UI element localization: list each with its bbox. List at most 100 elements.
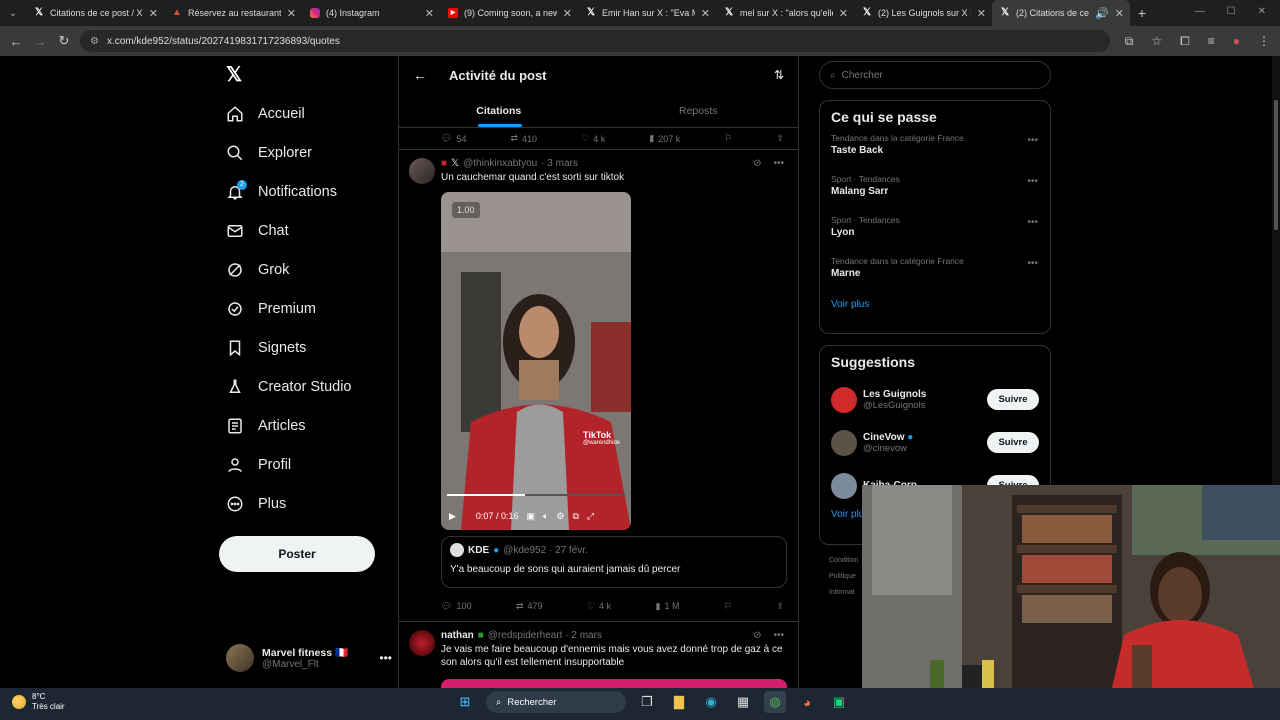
search-input[interactable]: ⌕ Chercher [819,61,1051,89]
tweet[interactable]: ⊘ ••• nathan ■ @redspiderheart · 2 mars J… [399,622,798,688]
more-icon[interactable]: ••• [1027,135,1038,146]
sidebar-item-accueil[interactable]: Accueil [218,95,388,133]
close-icon[interactable]: ✕ [149,7,158,20]
sidebar-item-profil[interactable]: Profil [218,446,388,484]
trend-item[interactable]: Tendance dans la catégorie France Taste … [820,133,1050,174]
x-logo-icon[interactable]: 𝕏 [226,62,242,87]
edge-icon[interactable]: ◉ [700,691,722,713]
media-preview[interactable] [441,679,787,688]
close-icon[interactable]: ✕ [701,7,710,20]
browser-tab[interactable]: (4) Instagram ✕ [302,0,440,26]
extensions-icon[interactable]: ⧠ [1180,34,1190,49]
sidebar-item-plus[interactable]: Plus [218,485,388,523]
install-icon[interactable]: ⧉ [1125,34,1134,49]
browser-tab[interactable]: 𝕏 (2) Les Guignols sur X : " ✕ [854,0,992,26]
video-player[interactable]: 1.00 TikTok @warendhide ▶ 0:07 / 0:16 ▣ … [441,192,631,530]
forward-icon[interactable]: → [28,34,52,49]
browser-tab[interactable]: 𝕏mel sur X : "alors qu'elle ✕ [716,0,854,26]
tweet-name[interactable]: nathan [441,630,474,641]
url-field[interactable]: ⚙ x.com/kde952/status/202741983171723689… [80,30,1110,52]
bookmark-icon[interactable]: ⚐ [724,133,732,144]
share-icon[interactable]: ⇪ [776,601,784,612]
close-window-icon[interactable]: ✕ [1258,6,1266,17]
tweet-handle[interactable]: @thinkinxabtyou [463,158,537,169]
chrome-icon[interactable]: ◍ [764,691,786,713]
filter-icon[interactable]: ⇅ [774,68,784,82]
reply-button[interactable]: 💬︎ 54 [441,133,466,144]
views-button[interactable]: ▮ 207 k [649,133,680,144]
footer-link[interactable]: Informat [829,589,855,596]
sidebar-item-articles[interactable]: Articles [218,407,388,445]
avatar[interactable] [409,630,435,656]
sidebar-item-grok[interactable]: Grok [218,251,388,289]
like-button[interactable]: ♡ 4 k [587,601,611,612]
weather-widget[interactable]: 8°C Très clair [12,692,65,712]
avatar[interactable] [409,158,435,184]
close-icon[interactable]: ✕ [425,7,434,20]
sidebar-item-creator-studio[interactable]: Creator Studio [218,368,388,406]
follow-button[interactable]: Suivre [987,432,1039,453]
media-icon[interactable]: ≡ [1208,34,1215,48]
settings-icon[interactable]: ⚙ [556,511,564,522]
back-icon[interactable]: ← [4,34,28,49]
browser-tab-active[interactable]: 𝕏(2) Citations de ce po🔊✕ [992,0,1130,26]
close-icon[interactable]: ✕ [287,7,296,20]
trend-item[interactable]: Sport · Tendances Lyon ••• [820,215,1050,256]
fullscreen-icon[interactable]: ⤢ [587,511,594,522]
tweet-handle[interactable]: @redspiderheart · 2 mars [488,630,602,641]
more-icon[interactable]: ••• [773,158,784,169]
views-button[interactable]: ▮ 1 M [656,601,680,612]
firefox-icon[interactable]: ◕ [796,691,818,713]
new-tab-button[interactable]: + [1130,5,1154,21]
profile-icon[interactable]: ● [1233,34,1240,48]
back-arrow-icon[interactable]: ← [413,67,427,83]
repost-button[interactable]: ⇄ 410 [511,133,538,144]
pip-icon[interactable]: ⧉ [572,511,578,522]
bookmark-icon[interactable]: ⚐ [724,601,732,612]
show-more-link[interactable]: Voir plus [820,299,1050,310]
sidebar-item-signets[interactable]: Signets [218,329,388,367]
sidebar-item-premium[interactable]: Premium [218,290,388,328]
reply-button[interactable]: 💬︎ 100 [441,601,471,612]
browser-tab[interactable]: 𝕏 Emir Han sur X : "Eva Me ✕ [578,0,716,26]
maximize-icon[interactable]: ☐ [1227,6,1236,17]
close-icon[interactable]: ✕ [563,7,572,20]
sidebar-item-chat[interactable]: Chat [218,212,388,250]
footer-link[interactable]: Politique [829,573,856,580]
sidebar-item-explorer[interactable]: Explorer [218,134,388,172]
account-switcher[interactable]: Marvel fitness 🇫🇷 @Marvel_Flt ••• [226,640,396,676]
follow-button[interactable]: Suivre [987,389,1039,410]
close-icon[interactable]: ✕ [1115,7,1124,20]
post-button[interactable]: Poster [219,536,375,572]
tab-search-icon[interactable]: ⌄ [0,0,26,26]
footer-link[interactable]: Condition [829,557,859,564]
trend-item[interactable]: Sport · Tendances Malang Sarr ••• [820,174,1050,215]
browser-tab[interactable]: ▶(9) Coming soon, a new R✕ [440,0,578,26]
like-button[interactable]: ♡ 4 k [581,133,605,144]
app-icon[interactable]: ▣ [828,691,850,713]
tweet-time[interactable]: · 3 mars [541,158,578,169]
tab-reposts[interactable]: Reposts [599,94,799,127]
more-icon[interactable]: ••• [773,630,784,641]
grok-icon[interactable]: ⊘ [753,158,761,169]
reload-icon[interactable]: ↻ [52,33,76,49]
quoted-tweet[interactable]: KDE ● @kde952 · 27 févr. Y'a beaucoup de… [441,536,787,588]
sidebar-item-notifications[interactable]: 2 Notifications [218,173,388,211]
close-icon[interactable]: ✕ [977,7,986,20]
share-icon[interactable]: ⇪ [776,133,784,144]
browser-tab[interactable]: 𝕏 Citations de ce post / X ✕ [26,0,164,26]
more-icon[interactable]: ••• [1027,258,1038,269]
more-icon[interactable]: ••• [379,651,392,665]
captions-icon[interactable]: ▣ [526,511,535,522]
tweet[interactable]: ⊘ ••• ■ 𝕏 @thinkinxabtyou · 3 mars Un cauc… [399,150,798,622]
site-info-icon[interactable]: ⚙ [90,36,99,47]
scrollbar-thumb[interactable] [1274,100,1278,230]
more-icon[interactable]: ••• [1027,176,1038,187]
file-explorer-icon[interactable]: ▇ [668,691,690,713]
trend-item[interactable]: Tendance dans la catégorie France Marne … [820,256,1050,297]
store-icon[interactable]: ▦ [732,691,754,713]
minimize-icon[interactable]: — [1195,6,1205,17]
volume-icon[interactable]: 🔈︎ [543,511,548,522]
repost-button[interactable]: ⇄ 479 [516,601,543,612]
browser-tab[interactable]: ▲Réservez au restaurant Le✕ [164,0,302,26]
